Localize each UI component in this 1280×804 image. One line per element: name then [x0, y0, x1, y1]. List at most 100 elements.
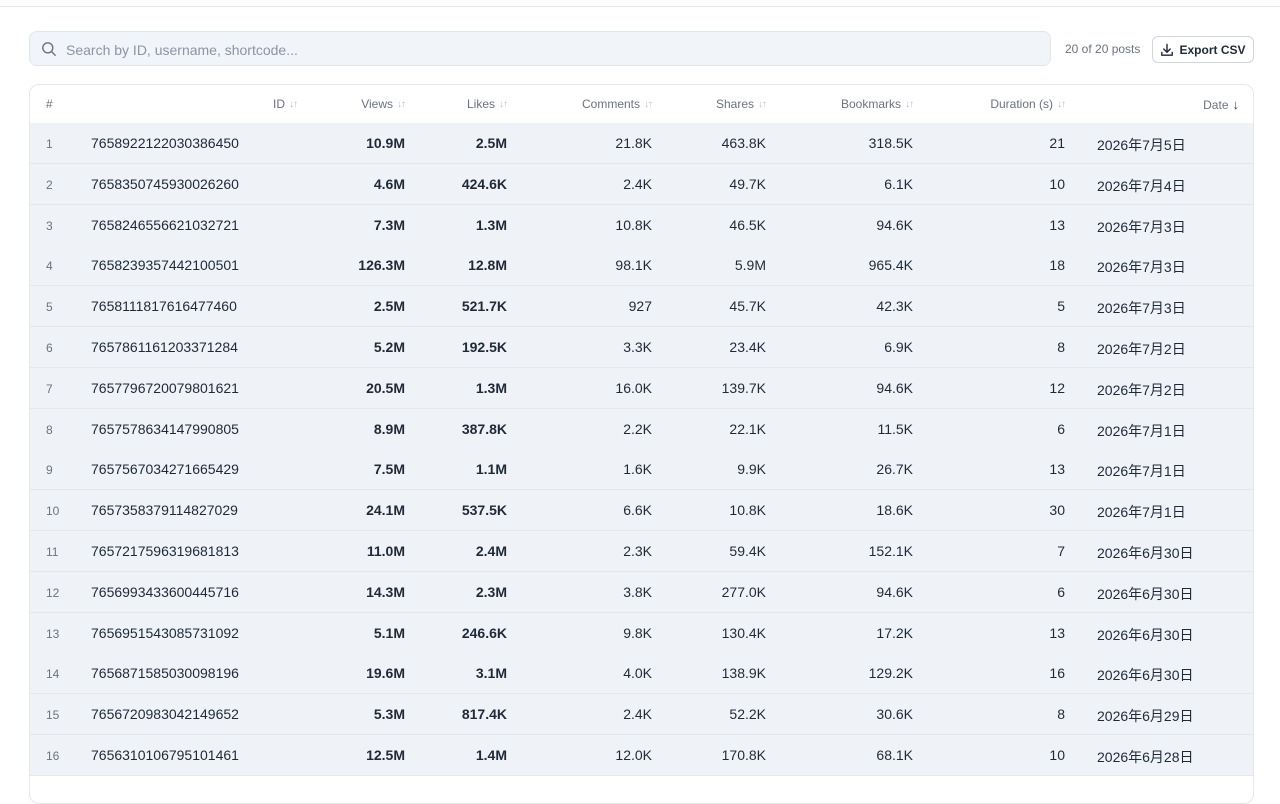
comments-value: 1.6K	[623, 461, 652, 478]
table-header: # ID ↓↑ Views ↓↑ Likes ↓↑ Comments ↓↑ Sh…	[30, 85, 1253, 124]
sort-icon: ↓↑	[1057, 98, 1066, 110]
sort-descending-icon: ↓	[1232, 97, 1240, 112]
table-row[interactable]: 6 7657861161203371284 5.2M 192.5K 3.3K 23.4K 6…	[30, 327, 1253, 368]
shares-value: 9.9K	[737, 461, 766, 478]
bookmarks-value: 965.4K	[868, 257, 913, 274]
sort-icon: ↓↑	[499, 98, 508, 110]
table-row[interactable]: 5 7658111817616477460 2.5M 521.7K 927 45.7K 42…	[30, 286, 1253, 328]
column-header-comments[interactable]: Comments ↓↑	[582, 97, 653, 111]
column-header-duration[interactable]: Duration (s) ↓↑	[990, 97, 1066, 111]
date-value: 2026年6月30日	[1097, 667, 1194, 684]
column-header-bookmarks[interactable]: Bookmarks ↓↑	[841, 97, 914, 111]
likes-value: 2.4M	[475, 543, 507, 559]
date-value: 2026年6月30日	[1097, 585, 1194, 602]
row-number: 1	[46, 137, 53, 151]
likes-value: 817.4K	[461, 706, 507, 723]
likes-value: 424.6K	[461, 175, 507, 192]
sort-icon: ↓↑	[758, 98, 767, 110]
duration-value: 6	[1057, 420, 1065, 437]
row-number: 3	[46, 218, 53, 233]
bookmarks-value: 129.2K	[868, 665, 913, 682]
row-number: 2	[46, 177, 53, 192]
bookmarks-value: 68.1K	[876, 747, 913, 763]
views-value: 12.5M	[366, 747, 405, 763]
table-row[interactable]: 14 7656871585030098196 19.6M 3.1M 4.0K 138.9K…	[30, 653, 1253, 695]
views-value: 5.3M	[373, 706, 405, 723]
column-header-id[interactable]: ID ↓↑	[273, 97, 298, 111]
post-id: 7656951543085731092	[91, 624, 239, 641]
row-number: 8	[46, 422, 53, 437]
row-number: 13	[46, 626, 60, 641]
bookmarks-value: 18.6K	[876, 502, 913, 519]
views-value: 5.2M	[373, 339, 405, 355]
post-id: 7657567034271665429	[91, 461, 239, 478]
date-value: 2026年7月3日	[1097, 259, 1186, 276]
date-value: 2026年7月5日	[1097, 137, 1186, 153]
shares-value: 10.8K	[729, 502, 766, 519]
table-row[interactable]: 4 7658239357442100501 126.3M 12.8M 98.1K 5.9M…	[30, 245, 1253, 287]
likes-value: 1.1M	[475, 461, 507, 478]
likes-value: 192.5K	[461, 339, 507, 355]
shares-value: 138.9K	[721, 665, 766, 682]
post-id: 7656720983042149652	[91, 706, 239, 723]
post-id: 7658350745930026260	[91, 175, 239, 192]
table-row[interactable]: 15 7656720983042149652 5.3M 817.4K 2.4K 52.2K…	[30, 694, 1253, 736]
likes-value: 1.3M	[475, 216, 507, 233]
duration-value: 7	[1057, 543, 1065, 559]
bookmarks-value: 6.9K	[884, 339, 913, 355]
post-id: 7658111817616477460	[91, 298, 237, 315]
table-row[interactable]: 16 7656310106795101461 12.5M 1.4M 12.0K 170.8…	[30, 735, 1253, 776]
duration-value: 21	[1049, 135, 1065, 151]
date-value: 2026年6月30日	[1097, 545, 1194, 561]
row-number: 9	[46, 463, 53, 478]
posts-table: # ID ↓↑ Views ↓↑ Likes ↓↑ Comments ↓↑ Sh…	[29, 84, 1254, 804]
column-header-views[interactable]: Views ↓↑	[361, 97, 406, 111]
search-icon	[42, 42, 56, 56]
table-row[interactable]: 11 7657217596319681813 11.0M 2.4M 2.3K 59.4K 1…	[30, 531, 1253, 572]
export-csv-label: Export CSV	[1179, 42, 1246, 57]
download-icon	[1161, 43, 1174, 56]
table-row[interactable]: 3 7658246556621032721 7.3M 1.3M 10.8K 46.5K 94…	[30, 204, 1253, 246]
search-input[interactable]	[64, 32, 1038, 67]
post-id: 7658922122030386450	[91, 135, 239, 151]
column-header-shares[interactable]: Shares ↓↑	[716, 97, 767, 111]
shares-value: 45.7K	[729, 298, 766, 315]
bookmarks-value: 26.7K	[876, 461, 913, 478]
search-box[interactable]	[29, 31, 1051, 67]
duration-value: 10	[1049, 747, 1065, 763]
comments-value: 3.8K	[623, 583, 652, 600]
export-csv-button[interactable]: Export CSV	[1152, 36, 1254, 63]
column-header-likes[interactable]: Likes ↓↑	[467, 97, 508, 111]
toolbar: 20 of 20 posts Export CSV	[29, 31, 1254, 68]
bookmarks-value: 30.6K	[876, 706, 913, 723]
table-row[interactable]: 13 7656951543085731092 5.1M 246.6K 9.8K 130.4…	[30, 612, 1253, 654]
row-number: 11	[46, 545, 59, 559]
table-row[interactable]: 10 7657358379114827029 24.1M 537.5K 6.6K 10.8…	[30, 490, 1253, 532]
comments-value: 10.8K	[615, 216, 652, 233]
duration-value: 5	[1057, 298, 1065, 315]
table-row[interactable]: 1 7658922122030386450 10.9M 2.5M 21.8K 463.8K…	[30, 123, 1253, 164]
shares-value: 49.7K	[729, 175, 766, 192]
post-id: 7657358379114827029	[91, 502, 238, 519]
row-number: 15	[46, 708, 60, 723]
duration-value: 6	[1057, 583, 1065, 600]
shares-value: 22.1K	[729, 420, 766, 437]
table-row[interactable]: 12 7656993433600445716 14.3M 2.3M 3.8K 277.0K…	[30, 571, 1253, 613]
sort-icon: ↓↑	[905, 98, 914, 110]
shares-value: 59.4K	[729, 543, 766, 559]
comments-value: 2.3K	[623, 543, 652, 559]
comments-value: 9.8K	[623, 624, 652, 641]
table-row[interactable]: 2 7658350745930026260 4.6M 424.6K 2.4K 49.7K 6…	[30, 163, 1253, 205]
duration-value: 10	[1049, 175, 1065, 192]
table-row[interactable]: 7 7657796720079801621 20.5M 1.3M 16.0K 139.7K…	[30, 367, 1253, 409]
shares-value: 52.2K	[729, 706, 766, 723]
table-row[interactable]: 9 7657567034271665429 7.5M 1.1M 1.6K 9.9K 26.7…	[30, 449, 1253, 491]
date-value: 2026年7月3日	[1097, 218, 1186, 235]
views-value: 19.6M	[366, 665, 405, 682]
column-header-date[interactable]: Date ↓	[1203, 97, 1239, 112]
likes-value: 521.7K	[461, 298, 507, 315]
sort-icon: ↓↑	[289, 98, 298, 110]
post-id: 7656310106795101461	[91, 747, 239, 763]
shares-value: 46.5K	[729, 216, 766, 233]
table-row[interactable]: 8 7657578634147990805 8.9M 387.8K 2.2K 22.1K 1…	[30, 408, 1253, 450]
